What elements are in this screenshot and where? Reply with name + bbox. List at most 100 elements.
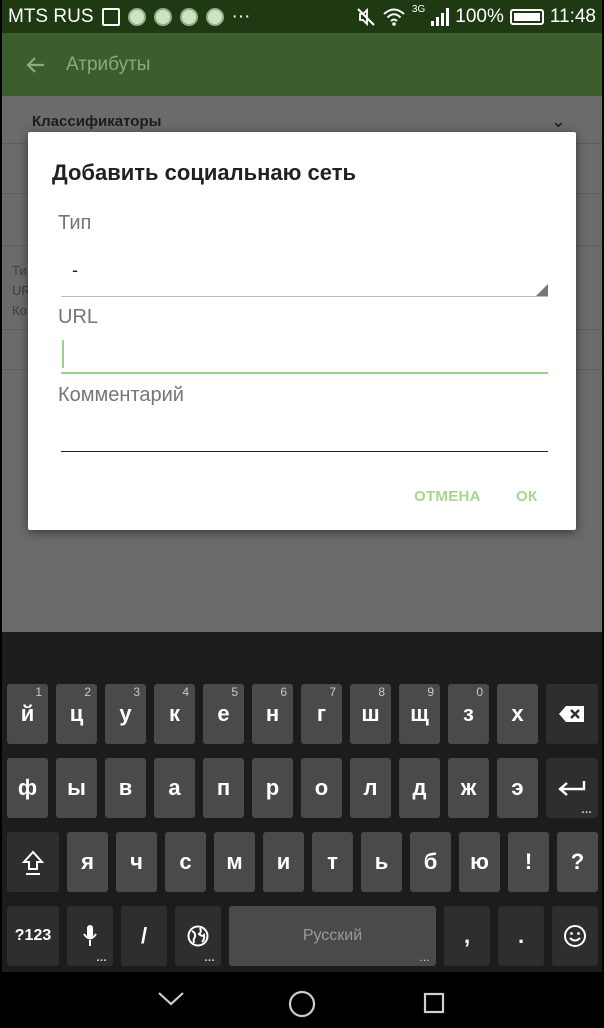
globe-icon [187, 925, 209, 947]
language-key[interactable]: … [175, 906, 221, 966]
app-notification-icon [153, 7, 172, 26]
recents-square-icon[interactable] [423, 992, 445, 1014]
clock: 11:48 [549, 5, 596, 27]
key-й[interactable]: й1 [7, 684, 48, 744]
key-д[interactable]: д [399, 758, 440, 818]
key-т[interactable]: т [312, 832, 353, 892]
key-exclamation[interactable]: ! [508, 832, 549, 892]
key-э[interactable]: э [497, 758, 538, 818]
key-hint: 6 [280, 685, 287, 699]
add-social-network-dialog: Добавить социальнаю сеть Тип - URL Комме… [28, 132, 576, 530]
slash-key[interactable]: / [121, 906, 167, 966]
cancel-button[interactable]: ОТМЕНА [414, 488, 481, 505]
key-hint: 7 [329, 685, 336, 699]
key-label: е [217, 701, 230, 726]
dialog-title: Добавить социальнаю сеть [52, 160, 357, 185]
app-notification-icon [179, 7, 198, 26]
key-hint: 3 [133, 685, 140, 699]
key-ю[interactable]: ю [459, 832, 500, 892]
key-г[interactable]: г7 [301, 684, 342, 744]
comma-key[interactable]: , [444, 906, 490, 966]
key-hint: 0 [476, 685, 483, 699]
key-б[interactable]: б [410, 832, 451, 892]
key-с[interactable]: с [165, 832, 206, 892]
key-ж[interactable]: ж [448, 758, 489, 818]
key-ф[interactable]: ф [7, 758, 48, 818]
arrow-left-icon[interactable] [26, 55, 46, 75]
signal-icon [431, 7, 450, 26]
key-к[interactable]: к4 [154, 684, 195, 744]
section-title: Классификаторы [32, 113, 162, 130]
dropdown-triangle-icon[interactable] [536, 284, 548, 296]
key-е[interactable]: е5 [203, 684, 244, 744]
shift-key[interactable] [7, 832, 59, 892]
app-notification-icon [127, 7, 146, 26]
period-key[interactable]: . [498, 906, 544, 966]
type-label: Тип [58, 212, 92, 234]
home-circle-icon[interactable] [288, 990, 316, 1018]
key-щ[interactable]: щ9 [399, 684, 440, 744]
key-о[interactable]: о [301, 758, 342, 818]
key-label: щ [410, 701, 429, 726]
key-н[interactable]: н6 [252, 684, 293, 744]
key-м[interactable]: м [214, 832, 255, 892]
symbols-key[interactable]: ?123 [7, 906, 59, 966]
key-р[interactable]: р [252, 758, 293, 818]
app-title: Атрибуты [66, 53, 151, 75]
key-ш[interactable]: ш8 [350, 684, 391, 744]
key-hint: 9 [427, 685, 434, 699]
wifi-icon [383, 8, 405, 26]
carrier-label: MTS RUS [8, 5, 94, 27]
key-label: з [463, 701, 474, 726]
url-input[interactable] [61, 338, 548, 374]
key-label: ц [69, 701, 84, 726]
key-hint: 2 [84, 685, 91, 699]
background-row-label: Ти [12, 263, 27, 278]
enter-icon [558, 781, 586, 796]
type-spinner-underline [61, 296, 548, 297]
type-spinner[interactable]: - [72, 260, 78, 281]
key-hint: 8 [378, 685, 385, 699]
gallery-notification-icon [101, 7, 120, 26]
backspace-icon [559, 706, 584, 722]
backspace-key[interactable] [546, 684, 598, 744]
url-label: URL [58, 306, 99, 328]
key-з[interactable]: з0 [448, 684, 489, 744]
enter-key[interactable]: … [546, 758, 598, 818]
key-label: й [20, 701, 35, 726]
soft-keyboard: й1 ц2 у3 к4 е5 н6 г7 ш8 щ9 з0 х ф ы в а … [2, 632, 602, 972]
microphone-icon [83, 925, 97, 946]
key-а[interactable]: а [154, 758, 195, 818]
key-в[interactable]: в [105, 758, 146, 818]
key-ч[interactable]: ч [116, 832, 157, 892]
key-я[interactable]: я [67, 832, 108, 892]
key-п[interactable]: п [203, 758, 244, 818]
key-л[interactable]: л [350, 758, 391, 818]
key-и[interactable]: и [263, 832, 304, 892]
emoji-key[interactable] [552, 906, 598, 966]
mute-icon [357, 7, 375, 26]
more-options-icon: … [96, 952, 107, 964]
key-label: х [511, 701, 524, 726]
voice-input-key[interactable]: … [67, 906, 113, 966]
key-ы[interactable]: ы [56, 758, 97, 818]
phone-screen: MTS RUS ··· 3G 100% 11:48 Атрибуты Класс… [2, 0, 602, 1028]
key-hint: 4 [182, 685, 189, 699]
key-ц[interactable]: ц2 [56, 684, 97, 744]
text-cursor [62, 340, 64, 368]
key-х[interactable]: х [497, 684, 538, 744]
ok-button[interactable]: ОК [516, 488, 537, 505]
more-options-icon: … [204, 952, 215, 964]
key-hint: 1 [35, 685, 42, 699]
more-options-icon: … [419, 952, 430, 964]
back-chevron-icon[interactable] [156, 988, 186, 1008]
key-ь[interactable]: ь [361, 832, 402, 892]
key-label: г [316, 701, 327, 726]
comment-input[interactable] [61, 416, 548, 452]
chevron-down-icon[interactable]: ⌄ [551, 111, 566, 132]
background-row-label: Ко [12, 303, 27, 318]
navigation-bar [2, 972, 602, 1028]
space-bar[interactable]: Русский … [229, 906, 436, 966]
key-у[interactable]: у3 [105, 684, 146, 744]
key-question[interactable]: ? [557, 832, 598, 892]
